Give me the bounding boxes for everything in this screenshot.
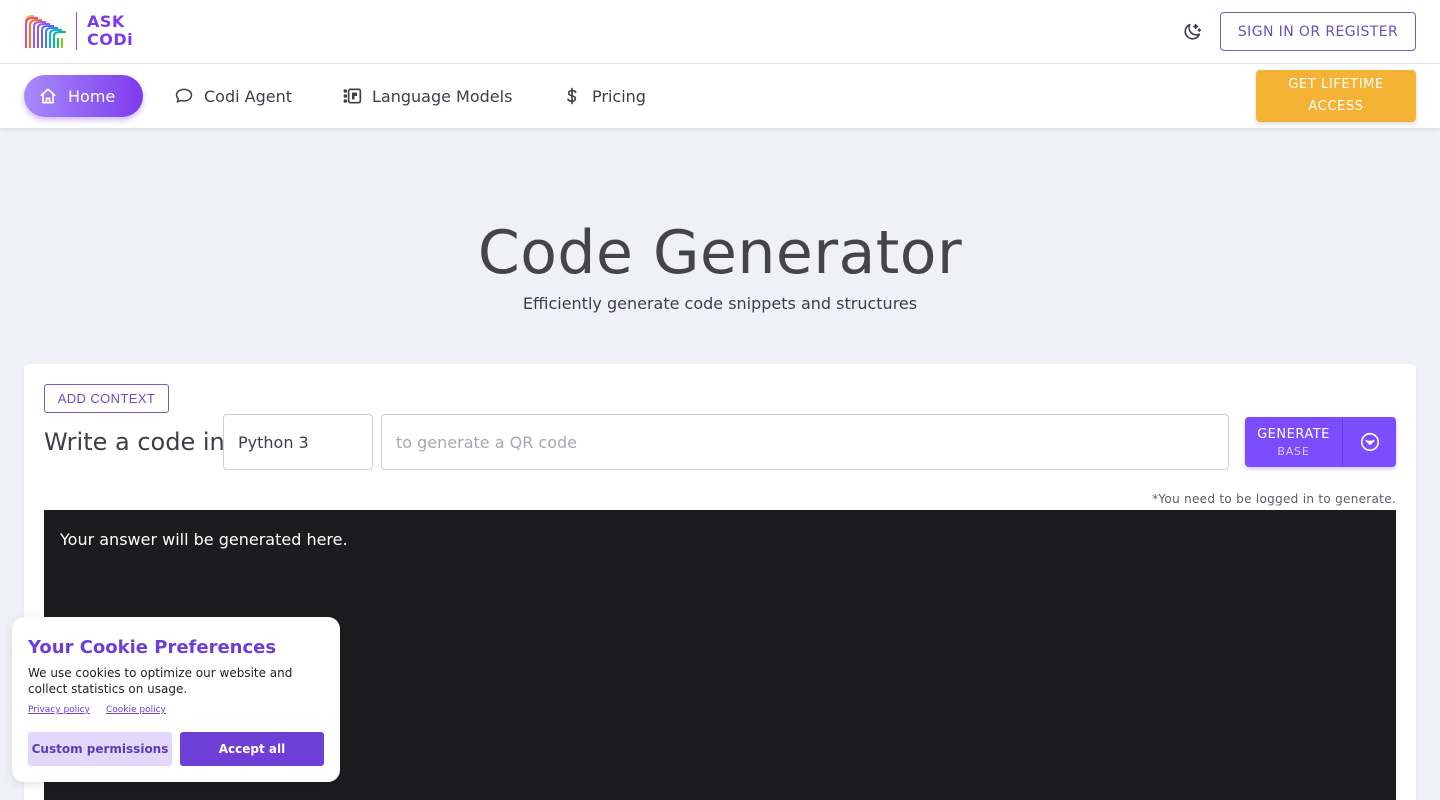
login-required-note: *You need to be logged in to generate. (1152, 492, 1396, 506)
nav-item-home[interactable]: Home (24, 75, 143, 117)
language-input[interactable] (223, 414, 373, 470)
cookie-policy-link[interactable]: Cookie policy (106, 705, 166, 715)
nav-label-home: Home (68, 86, 116, 106)
lifetime-label-line2: ACCESS (1308, 99, 1364, 114)
nav-item-pricing[interactable]: Pricing (548, 75, 660, 117)
theme-toggle-button[interactable] (1180, 20, 1204, 44)
main-nav: Home Codi Agent Language Models Pricing … (0, 64, 1440, 128)
page-title: Code Generator (477, 218, 963, 288)
signin-register-button[interactable]: SIGN IN OR REGISTER (1220, 12, 1416, 51)
privacy-policy-link[interactable]: Privacy policy (28, 705, 90, 715)
logo-divider (76, 12, 77, 50)
add-context-button[interactable]: ADD CONTEXT (44, 384, 169, 413)
moon-icon (1184, 23, 1202, 40)
nav-item-language-models[interactable]: Language Models (328, 75, 526, 117)
page-subtitle: Efficiently generate code snippets and s… (522, 294, 918, 313)
cookie-banner: Your Cookie Preferences We use cookies t… (12, 617, 340, 782)
logo-text: ASK CODi (87, 13, 133, 49)
get-lifetime-access-button[interactable]: GET LIFETIME ACCESS (1256, 70, 1416, 122)
chevron-down-circle-icon (1360, 432, 1379, 452)
nav-item-codi-agent[interactable]: Codi Agent (160, 75, 306, 117)
generate-model-label: BASE (1277, 444, 1310, 458)
accept-all-button[interactable]: Accept all (180, 732, 324, 766)
chat-icon (175, 88, 193, 103)
top-bar: ASK CODi SIGN IN OR REGISTER (0, 0, 1440, 64)
custom-permissions-button[interactable]: Custom permissions (28, 732, 172, 766)
logo-text-line1: ASK (87, 12, 125, 31)
cookie-title: Your Cookie Preferences (28, 637, 277, 658)
nav-label-codi-agent: Codi Agent (204, 86, 293, 106)
output-placeholder: Your answer will be generated here. (60, 530, 348, 549)
dollar-icon (567, 87, 577, 105)
models-icon (343, 88, 362, 104)
generate-label: GENERATE (1257, 426, 1330, 442)
lifetime-label-line1: GET LIFETIME (1288, 77, 1384, 92)
prompt-input[interactable] (381, 414, 1229, 470)
home-icon (40, 88, 56, 104)
cookie-text: We use cookies to optimize our website a… (28, 666, 293, 696)
write-code-label: Write a code in (44, 428, 225, 456)
logo-text-line2: CODi (87, 30, 134, 49)
nav-label-language-models: Language Models (372, 86, 513, 106)
generate-button-group: GENERATE BASE (1245, 417, 1396, 467)
generate-button[interactable]: GENERATE BASE (1245, 417, 1343, 467)
logo-mark-icon (25, 15, 66, 48)
model-dropdown-button[interactable] (1343, 417, 1396, 467)
nav-label-pricing: Pricing (592, 86, 646, 106)
cookie-links: Privacy policy Cookie policy (28, 705, 166, 715)
askcodi-logo[interactable]: ASK CODi (24, 12, 133, 50)
